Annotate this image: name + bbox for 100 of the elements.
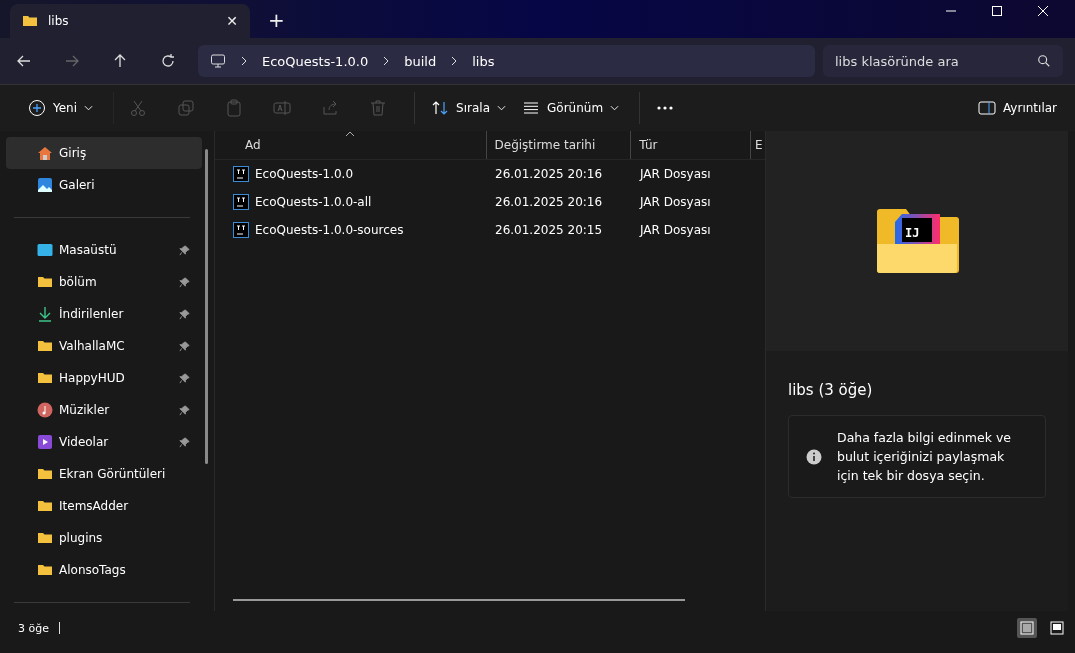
item-count: 3 öğe xyxy=(18,621,49,635)
close-tab-button[interactable]: ✕ xyxy=(226,13,238,29)
window-tab[interactable]: libs ✕ xyxy=(10,4,250,38)
sidebar-item[interactable]: ValhallaMC xyxy=(6,330,202,362)
type-cell-text: JAR Dosyası xyxy=(638,195,712,209)
breadcrumb-item[interactable]: EcoQuests-1.0.0 xyxy=(262,53,369,69)
folder-icon xyxy=(22,13,38,29)
sidebar-item[interactable]: AlonsoTags xyxy=(6,554,202,586)
scissors-icon xyxy=(129,99,148,117)
sidebar-item[interactable]: plugins xyxy=(6,522,202,554)
details-pane-button[interactable]: Ayrıntılar xyxy=(969,92,1065,124)
type-cell-text: JAR Dosyası xyxy=(638,167,712,181)
sidebar-item[interactable]: Müzikler xyxy=(6,394,202,426)
refresh-icon[interactable] xyxy=(160,53,176,69)
new-tab-button[interactable]: + xyxy=(268,8,285,32)
file-row[interactable]: EcoQuests-1.0.0 26.01.2025 20:16 JAR Dosyası xyxy=(215,160,765,188)
sidebar-item[interactable]: ItemsAdder xyxy=(6,490,202,522)
back-arrow-icon[interactable] xyxy=(16,53,32,69)
address-bar[interactable]: EcoQuests-1.0.0 build libs xyxy=(198,45,815,77)
info-icon xyxy=(805,447,823,466)
sidebar-item[interactable]: HappyHUD xyxy=(6,362,202,394)
pin-icon xyxy=(179,436,190,448)
column-header[interactable]: E xyxy=(751,131,765,159)
lines-icon xyxy=(522,99,540,117)
copy-icon xyxy=(177,99,196,117)
tab-title: libs xyxy=(48,14,70,28)
file-row[interactable]: EcoQuests-1.0.0-sources 26.01.2025 20:15 JAR Dosyası xyxy=(215,216,765,244)
pin-icon xyxy=(179,372,190,384)
sidebar-item[interactable]: Giriş xyxy=(6,137,202,169)
sidebar-item[interactable]: Masaüstü xyxy=(6,234,202,266)
search-icon xyxy=(1037,54,1051,68)
pin-icon xyxy=(179,276,190,288)
file-name: EcoQuests-1.0.0 xyxy=(255,167,354,181)
file-row[interactable]: EcoQuests-1.0.0-all 26.01.2025 20:16 JAR Dosyası xyxy=(215,188,765,216)
sort-button[interactable]: Sırala xyxy=(414,92,514,124)
type-cell-text: JAR Dosyası xyxy=(638,223,712,237)
up-arrow-icon[interactable] xyxy=(112,53,128,69)
sidebar-item[interactable]: Videolar xyxy=(6,426,202,458)
file-name: EcoQuests-1.0.0-sources xyxy=(255,223,404,237)
new-button[interactable]: Yeni xyxy=(20,92,102,124)
trash-icon xyxy=(369,99,388,117)
music-note-icon xyxy=(37,402,53,418)
date-cell-text: 26.01.2025 20:16 xyxy=(494,195,604,209)
sort-arrows-icon xyxy=(431,99,450,117)
details-title: libs (3 öğe) xyxy=(787,380,874,399)
caret-down-icon xyxy=(610,105,620,111)
date-cell-text: 26.01.2025 20:16 xyxy=(494,167,604,181)
desktop-icon xyxy=(37,242,53,258)
caret-down-icon xyxy=(84,105,94,111)
folder-icon xyxy=(37,530,53,546)
plus-circle-icon xyxy=(28,99,46,117)
date-cell-text: 26.01.2025 20:15 xyxy=(494,223,604,237)
chevron-right-icon xyxy=(450,55,459,67)
maximize-icon[interactable] xyxy=(991,5,1003,17)
folder-icon xyxy=(37,338,53,354)
monitor-icon xyxy=(210,53,226,69)
column-header[interactable]: Ad xyxy=(215,131,487,159)
folder-icon xyxy=(37,370,53,386)
more-dots-icon xyxy=(656,106,675,110)
sidebar-item[interactable]: İndirilenler xyxy=(6,298,202,330)
column-header[interactable]: Tür xyxy=(631,131,752,159)
picture-icon xyxy=(37,177,53,193)
sidebar-item[interactable]: Galeri xyxy=(6,169,202,201)
jar-file-icon xyxy=(233,222,249,238)
rename-icon xyxy=(273,99,292,117)
caret-down-icon xyxy=(497,105,506,111)
clipboard-icon xyxy=(225,99,244,117)
chevron-right-icon xyxy=(382,55,391,67)
folder-icon xyxy=(37,466,53,482)
horizontal-scrollbar[interactable] xyxy=(233,599,685,601)
folder-icon xyxy=(37,498,53,514)
breadcrumb-item[interactable]: libs xyxy=(472,53,495,69)
folder-icon xyxy=(37,274,53,290)
pin-icon xyxy=(179,404,190,416)
info-text: Daha fazla bilgi edinmek ve bulut içeriğinizi paylaşmak için tek bir dosya seçin. xyxy=(837,429,1013,485)
pin-icon xyxy=(179,244,190,256)
jar-file-icon xyxy=(233,166,249,182)
pin-icon xyxy=(179,340,190,352)
details-view-button[interactable] xyxy=(1017,618,1037,638)
tiles-view-button[interactable] xyxy=(1047,618,1067,638)
folder-preview-drawing: IJ xyxy=(875,208,959,274)
close-icon[interactable] xyxy=(1037,5,1049,17)
share-icon xyxy=(321,99,340,117)
breadcrumb-item[interactable]: build xyxy=(404,53,437,69)
search-field[interactable]: libs klasöründe ara xyxy=(823,45,1063,77)
sort-caret-icon xyxy=(345,131,356,137)
video-icon xyxy=(37,434,53,450)
side-panel-icon xyxy=(977,99,996,117)
view-button[interactable]: Görünüm xyxy=(514,92,628,124)
sidebar-item[interactable]: bölüm xyxy=(6,266,202,298)
sidebar-item[interactable]: Ekran Görüntüleri xyxy=(6,458,202,490)
forward-arrow-icon[interactable] xyxy=(64,53,80,69)
pin-icon xyxy=(179,308,190,320)
scrollbar[interactable] xyxy=(205,149,208,464)
file-name: EcoQuests-1.0.0-all xyxy=(255,195,372,209)
column-header[interactable]: Değiştirme tarihi xyxy=(486,131,632,159)
chevron-right-icon xyxy=(240,55,248,67)
house-icon xyxy=(37,145,53,161)
folder-icon xyxy=(37,562,53,578)
download-icon xyxy=(37,306,53,322)
